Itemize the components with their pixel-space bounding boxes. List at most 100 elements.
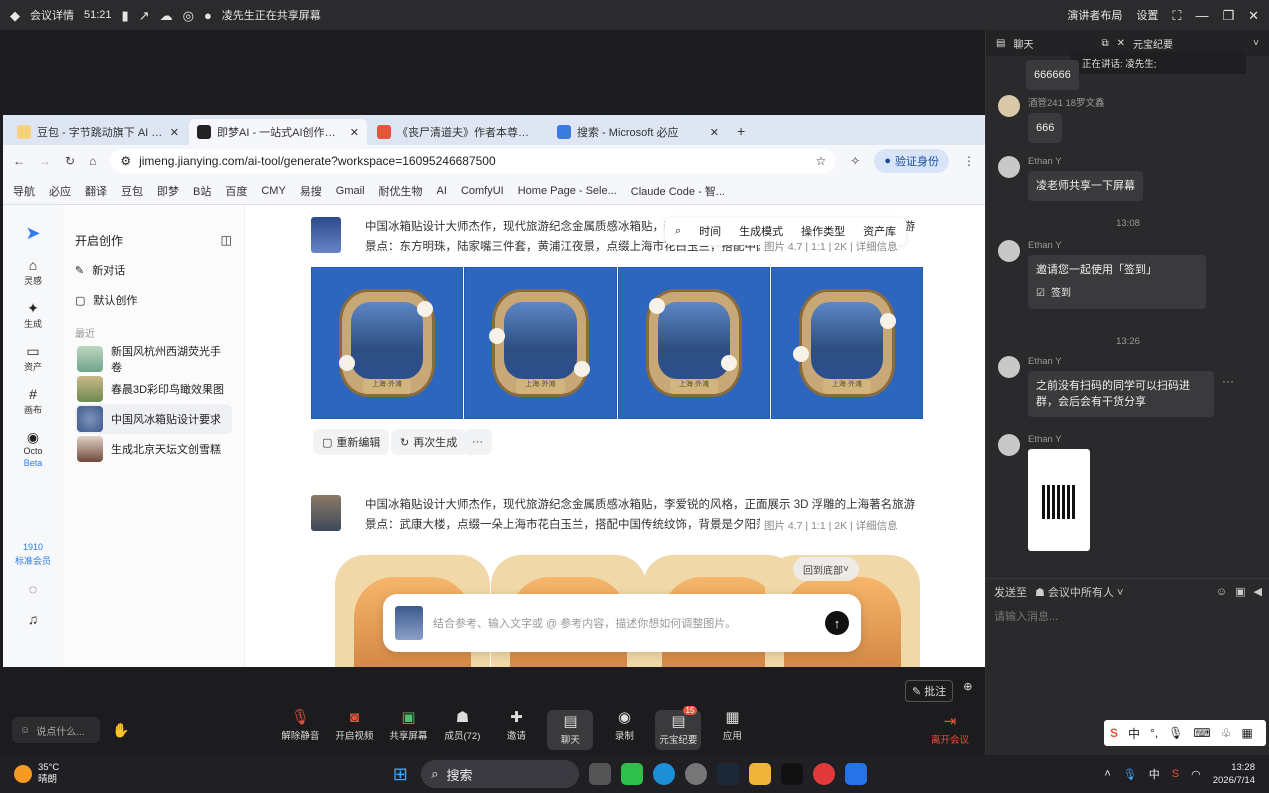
back-icon[interactable]: ← <box>13 154 25 168</box>
sogou-logo-icon[interactable]: S <box>1110 726 1118 740</box>
tray-chevron-up-icon[interactable]: ˄ <box>1104 768 1110 780</box>
bookmark[interactable]: 百度 <box>225 183 247 199</box>
edge-icon[interactable] <box>653 763 676 785</box>
share-screen-button[interactable]: ▣ 共享屏幕 <box>385 710 431 750</box>
reference-thumbnail[interactable] <box>311 495 341 531</box>
browser-menu-icon[interactable]: ⋮ <box>963 154 975 168</box>
zoom-icon[interactable]: ⊕ <box>963 680 972 702</box>
bookmark[interactable]: 易搜 <box>300 183 322 199</box>
regenerate-button[interactable]: ↻ 再次生成 <box>391 429 467 455</box>
skin-icon[interactable]: ♧ <box>1221 726 1232 740</box>
bookmark[interactable]: 即梦 <box>157 183 179 199</box>
apps-button[interactable]: ▦ 应用 <box>709 710 755 750</box>
bookmark[interactable]: Gmail <box>336 185 365 197</box>
browser-tab[interactable]: 《丧尸清道夫》作者本尊公开招 <box>369 119 547 145</box>
bookmark[interactable]: 翻译 <box>85 183 107 199</box>
start-video-button[interactable]: ◙ 开启视频 <box>331 710 377 750</box>
extensions-icon[interactable]: ✧ <box>850 154 860 168</box>
site-info-icon[interactable]: ⚙ <box>120 154 131 168</box>
attached-reference-thumbnail[interactable] <box>395 606 423 640</box>
windows-start-icon[interactable]: ⊞ <box>389 763 411 785</box>
restore-icon[interactable]: ❐ <box>1222 9 1234 22</box>
browser-tab[interactable]: 搜索 - Microsoft 必应 ✕ <box>549 119 727 145</box>
recent-item[interactable]: 新国风杭州西湖荧光手卷 <box>75 344 232 374</box>
forward-icon[interactable]: → <box>39 154 51 168</box>
op-filter[interactable]: 操作类型 <box>801 223 845 239</box>
keyboard-icon[interactable]: ⌨ <box>1193 726 1210 740</box>
prompt-input[interactable]: 结合参考、输入文字或 @ 参考内容，描述你想如何调整图片。 <box>433 615 736 631</box>
yuanbao-summary-button[interactable]: ▤ 元宝纪要 15 <box>655 706 702 750</box>
close-tab-icon[interactable]: ✕ <box>350 126 359 139</box>
bookmark-folder[interactable]: AI <box>437 185 447 197</box>
url-field[interactable]: ⚙ jimeng.jianying.com/ai-tool/generate?wo… <box>110 149 837 173</box>
assets-button[interactable]: 资产库 <box>863 223 896 239</box>
verify-identity-button[interactable]: ● 验证身份 <box>874 149 949 173</box>
popout-icon[interactable]: ↗ <box>139 9 150 22</box>
browser-tab-active[interactable]: 即梦AI - 一站式AI创作平台 ✕ <box>189 119 367 145</box>
more-options-icon[interactable]: ··· <box>1222 374 1234 417</box>
bookmark[interactable]: 耐优生物 <box>379 183 423 199</box>
task-view-icon[interactable] <box>589 763 612 785</box>
tencent-meeting-icon[interactable] <box>845 763 868 785</box>
folder-icon[interactable] <box>749 763 772 785</box>
leave-meeting-button[interactable]: ⇥ 离开会议 <box>927 714 973 746</box>
bookmark[interactable]: 导航 <box>13 183 35 199</box>
bookmark[interactable]: Home Page - Sele... <box>518 185 617 197</box>
bookmark[interactable]: CMY <box>261 185 285 197</box>
invite-button[interactable]: ✚ 邀请 <box>493 710 539 750</box>
meeting-details-link[interactable]: 会议详情 <box>30 7 74 23</box>
record-button[interactable]: ◉ 录制 <box>601 710 647 750</box>
megaphone-icon[interactable]: ◀ <box>1254 585 1262 598</box>
collapse-panel-icon[interactable]: ◫ <box>221 233 232 247</box>
recent-item[interactable]: 生成北京天坛文创雪糕 <box>75 434 232 464</box>
prompt-input-box[interactable]: 结合参考、输入文字或 @ 参考内容，描述你想如何调整图片。 ↑ <box>383 594 861 652</box>
chat-button[interactable]: ▤ 聊天 <box>547 710 594 750</box>
popout-icon[interactable]: ⧉ <box>1101 38 1108 49</box>
weather-widget[interactable]: 35°C 晴朗 <box>14 762 59 786</box>
settings-icon[interactable] <box>685 763 708 785</box>
avatar[interactable] <box>998 356 1020 378</box>
jimeng-logo-icon[interactable]: ➤ <box>25 223 40 244</box>
say-something-input[interactable]: ☺ 说点什么... <box>12 717 100 743</box>
qq-icon[interactable] <box>781 763 804 785</box>
bell-icon[interactable]: ♫ <box>28 611 39 627</box>
avatar[interactable] <box>998 240 1020 262</box>
bookmark-folder[interactable]: ComfyUI <box>461 185 504 197</box>
grid-icon[interactable]: ▦ <box>1242 726 1253 740</box>
mode-filter[interactable]: 生成模式 <box>739 223 783 239</box>
reedit-button[interactable]: ▢ 重新编辑 <box>313 429 390 455</box>
home-icon[interactable]: ⌂ <box>89 154 96 168</box>
generated-image-2[interactable]: 上海·外滩 <box>464 267 617 419</box>
more-actions-button[interactable]: ··· <box>463 429 492 455</box>
yuanbao-tab[interactable]: 元宝纪要 <box>1133 36 1173 51</box>
steam-icon[interactable] <box>717 763 740 785</box>
reference-thumbnail[interactable] <box>311 217 341 253</box>
unmute-button[interactable]: 🎙 解除静音 <box>277 710 323 750</box>
fullscreen-icon[interactable]: ⛶ <box>1172 9 1181 22</box>
generated-image-1[interactable]: 上海·外滩 <box>311 267 463 419</box>
taskbar-search[interactable]: ⌕ 搜索 <box>421 760 580 788</box>
signal-icon[interactable]: ▮ <box>122 9 129 22</box>
default-create-button[interactable]: ▢ 默认创作 <box>75 285 232 315</box>
reload-icon[interactable]: ↻ <box>65 154 75 168</box>
chat-tab[interactable]: 聊天 <box>1013 36 1033 51</box>
wechat-icon[interactable] <box>621 763 644 785</box>
new-tab-icon[interactable]: + <box>729 123 753 145</box>
avatar[interactable] <box>998 95 1020 117</box>
cloud-icon[interactable]: ☁ <box>160 9 173 22</box>
send-arrow-icon[interactable]: ↑ <box>825 611 849 635</box>
avatar[interactable] <box>998 156 1020 178</box>
browser-tab[interactable]: 豆包 - 字节跳动旗下 AI 智能助手✕ <box>9 119 187 145</box>
close-tab-icon[interactable]: ✕ <box>170 126 179 139</box>
netease-music-icon[interactable] <box>813 763 836 785</box>
nav-octo[interactable]: ◉ Octo Beta <box>23 430 42 468</box>
raise-hand-icon[interactable]: ✋ <box>112 722 129 739</box>
mic-icon[interactable]: 🎙 <box>1123 768 1137 781</box>
voice-icon[interactable]: 🎙 <box>1168 726 1183 740</box>
audience-select[interactable]: ☗ 会议中所有人 ˅ <box>1035 584 1123 600</box>
nav-generate[interactable]: ✦ 生成 <box>24 301 42 330</box>
nav-assets[interactable]: ▭ 资产 <box>24 344 42 373</box>
annotate-button[interactable]: ✎ 批注 <box>905 680 954 702</box>
recent-item-selected[interactable]: 中国风冰箱贴设计要求 <box>75 404 232 434</box>
minimize-icon[interactable]: — <box>1195 9 1208 22</box>
